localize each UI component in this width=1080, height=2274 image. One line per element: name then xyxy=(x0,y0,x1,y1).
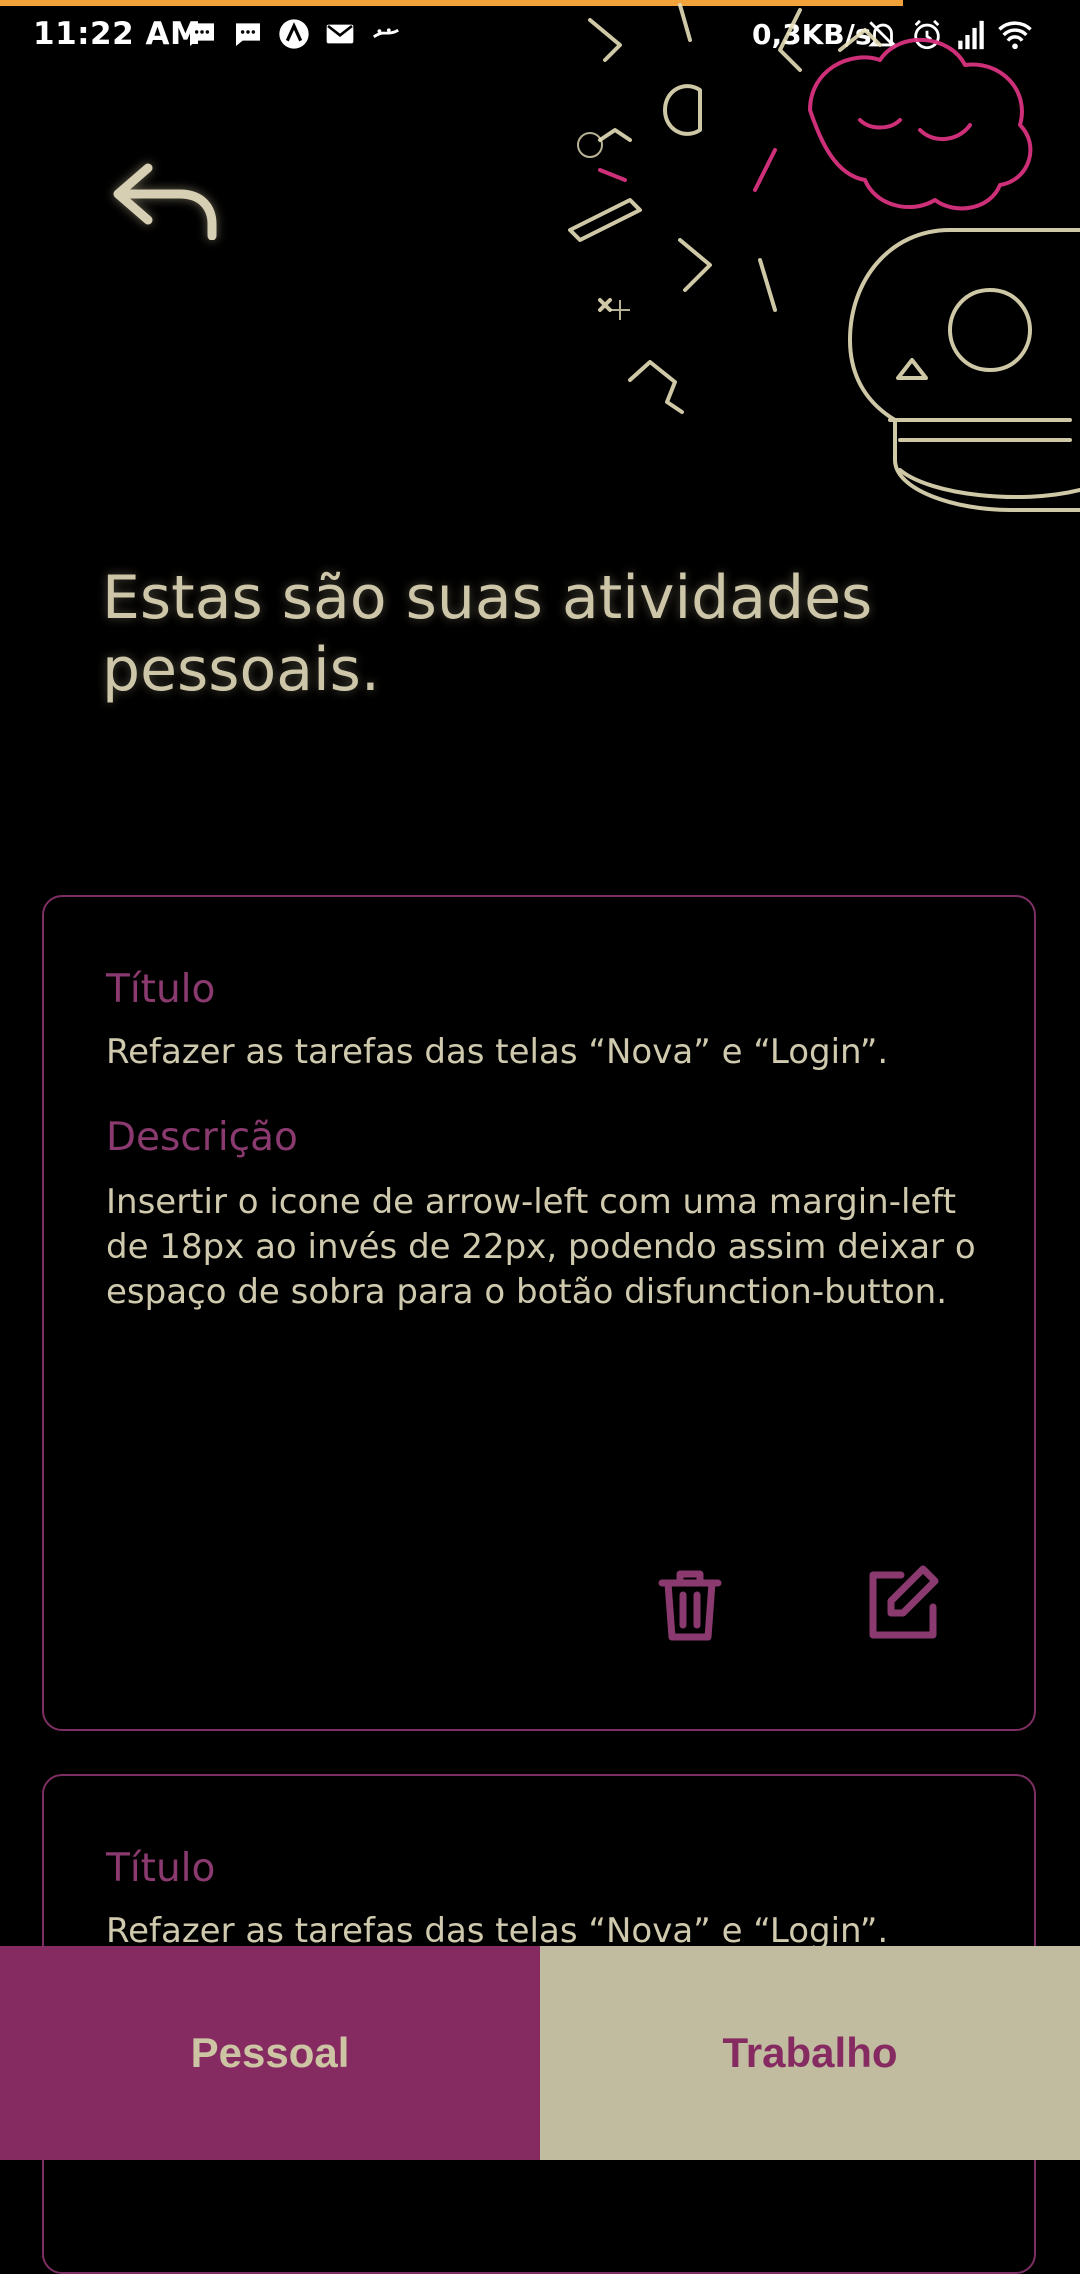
back-button[interactable] xyxy=(110,160,220,241)
message-icon xyxy=(236,23,260,46)
arrow-up-circle-icon xyxy=(279,19,309,49)
task-title-label: Título xyxy=(106,967,216,1012)
message-icon xyxy=(190,23,214,46)
task-title-label: Título xyxy=(106,1846,216,1891)
edit-icon xyxy=(869,1565,939,1639)
delete-button[interactable] xyxy=(650,1565,730,1645)
bottom-tab-bar: Pessoal Trabalho xyxy=(0,1946,1080,2160)
neon-skull-illustration xyxy=(568,3,1080,512)
mail-icon xyxy=(326,24,354,44)
status-time: 11:22 AM xyxy=(33,16,202,52)
tab-trabalho[interactable]: Trabalho xyxy=(540,1946,1080,2160)
task-card: Título Refazer as tarefas das telas “Nov… xyxy=(42,895,1036,1731)
edit-button[interactable] xyxy=(861,1563,941,1643)
task-description-label: Descrição xyxy=(106,1115,298,1160)
task-title: Refazer as tarefas das telas “Nova” e “L… xyxy=(106,1032,889,1072)
tab-pessoal[interactable]: Pessoal xyxy=(0,1946,540,2160)
notification-icons xyxy=(186,18,402,50)
back-arrow-icon xyxy=(113,163,217,241)
task-description: Insertir o icone de arrow-left com uma m… xyxy=(106,1182,976,1312)
ifood-icon xyxy=(372,28,399,38)
page-title: Estas são suas atividades pessoais. xyxy=(102,563,873,705)
trash-icon xyxy=(658,1570,722,1641)
